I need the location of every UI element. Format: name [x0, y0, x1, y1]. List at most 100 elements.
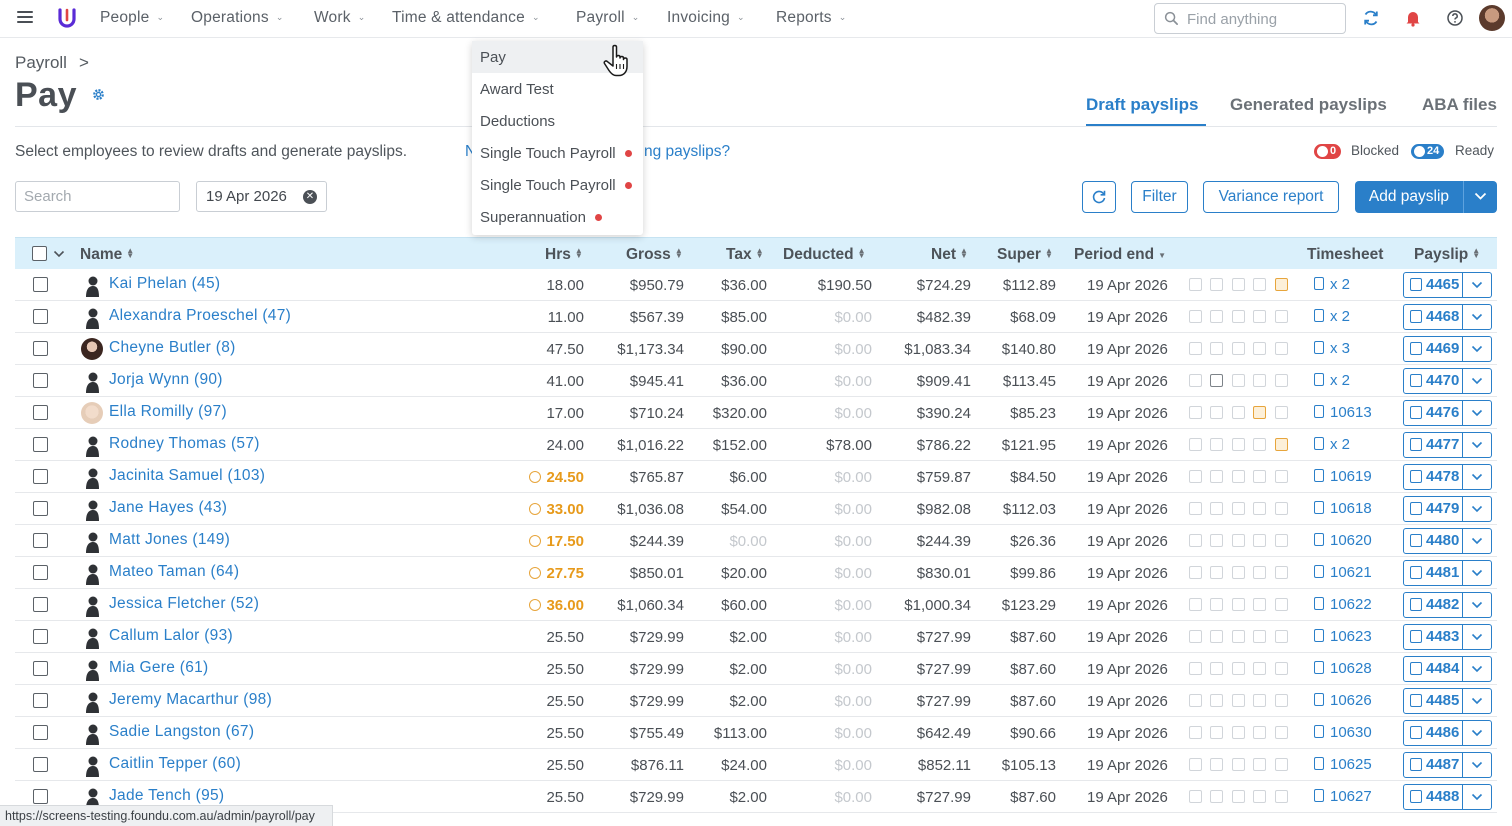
- payslip-button[interactable]: 4478: [1403, 464, 1463, 490]
- timesheet-link[interactable]: 10621: [1314, 564, 1372, 581]
- payslip-button[interactable]: 4484: [1403, 656, 1463, 682]
- help-link-end[interactable]: ng payslips?: [644, 143, 730, 161]
- employee-name-link[interactable]: Jane Hayes (43): [109, 499, 227, 517]
- employee-name-link[interactable]: Mateo Taman (64): [109, 563, 239, 581]
- nav-work[interactable]: Work ⌄: [314, 9, 365, 27]
- payslip-options-dropdown[interactable]: [1463, 720, 1492, 746]
- payslip-options-dropdown[interactable]: [1463, 656, 1492, 682]
- payslip-button[interactable]: 4486: [1403, 720, 1463, 746]
- row-checkbox[interactable]: [33, 565, 48, 580]
- timesheet-link[interactable]: 10618: [1314, 500, 1372, 517]
- table-row[interactable]: Cheyne Butler (8) 47.50 $1,173.34 $90.00 $0.…: [15, 333, 1497, 365]
- clear-date-icon[interactable]: ✕: [303, 190, 317, 204]
- table-row[interactable]: Mateo Taman (64) 27.75 $850.01 $20.00 $0.00 $…: [15, 557, 1497, 589]
- payslip-options-dropdown[interactable]: [1463, 400, 1492, 426]
- hamburger-menu-icon[interactable]: [17, 11, 33, 25]
- select-options-chevron-icon[interactable]: [53, 250, 65, 258]
- table-row[interactable]: Jacinita Samuel (103) 24.50 $765.87 $6.00 $0…: [15, 461, 1497, 493]
- payslip-button[interactable]: 4469: [1403, 336, 1463, 362]
- timesheet-link[interactable]: x 2: [1314, 372, 1350, 389]
- row-checkbox[interactable]: [33, 277, 48, 292]
- payslip-options-dropdown[interactable]: [1463, 528, 1492, 554]
- nav-reports[interactable]: Reports ⌄: [776, 9, 846, 27]
- table-row[interactable]: Ella Romilly (97) 17.00 $710.24 $320.00 $0.0…: [15, 397, 1497, 429]
- tab-generated-payslips[interactable]: Generated payslips: [1230, 95, 1387, 115]
- table-row[interactable]: Jane Hayes (43) 33.00 $1,036.08 $54.00 $0.00…: [15, 493, 1497, 525]
- employee-name-link[interactable]: Callum Lalor (93): [109, 627, 233, 645]
- payslip-options-dropdown[interactable]: [1463, 624, 1492, 650]
- payslip-button[interactable]: 4487: [1403, 752, 1463, 778]
- timesheet-link[interactable]: 10620: [1314, 532, 1372, 549]
- period-date-filter[interactable]: 19 Apr 2026 ✕: [196, 181, 327, 212]
- refresh-button[interactable]: [1082, 181, 1116, 213]
- timesheet-link[interactable]: 10622: [1314, 596, 1372, 613]
- table-row[interactable]: Mia Gere (61) 25.50 $729.99 $2.00 $0.00 $727.…: [15, 653, 1497, 685]
- payroll-menu-item[interactable]: Deductions: [472, 105, 643, 137]
- row-checkbox[interactable]: [33, 373, 48, 388]
- payslip-button[interactable]: 4483: [1403, 624, 1463, 650]
- notification-bell-icon[interactable]: [1404, 9, 1422, 27]
- timesheet-link[interactable]: x 2: [1314, 308, 1350, 325]
- payslip-button[interactable]: 4476: [1403, 400, 1463, 426]
- payslip-options-dropdown[interactable]: [1463, 272, 1492, 298]
- row-checkbox[interactable]: [33, 757, 48, 772]
- global-search-input[interactable]: [1187, 9, 1337, 29]
- settings-gear-icon[interactable]: [91, 87, 106, 102]
- payslip-options-dropdown[interactable]: [1463, 752, 1492, 778]
- employee-name-link[interactable]: Cheyne Butler (8): [109, 339, 236, 357]
- payroll-menu-item[interactable]: Single Touch Payroll: [472, 169, 643, 201]
- column-name[interactable]: Name ▲ ▼: [80, 246, 134, 264]
- row-checkbox[interactable]: [33, 597, 48, 612]
- row-checkbox[interactable]: [33, 437, 48, 452]
- nav-payroll[interactable]: Payroll ⌄: [576, 9, 640, 27]
- table-row[interactable]: Jessica Fletcher (52) 36.00 $1,060.34 $60.0…: [15, 589, 1497, 621]
- timesheet-link[interactable]: 10625: [1314, 756, 1372, 773]
- table-row[interactable]: Matt Jones (149) 17.50 $244.39 $0.00 $0.00 $2…: [15, 525, 1497, 557]
- table-row[interactable]: Jorja Wynn (90) 41.00 $945.41 $36.00 $0.00 $9…: [15, 365, 1497, 397]
- tab-draft-payslips[interactable]: Draft payslips: [1086, 95, 1198, 115]
- row-checkbox[interactable]: [33, 629, 48, 644]
- payslip-options-dropdown[interactable]: [1463, 336, 1492, 362]
- employee-name-link[interactable]: Jeremy Macarthur (98): [109, 691, 272, 709]
- timesheet-link[interactable]: x 3: [1314, 340, 1350, 357]
- payslip-options-dropdown[interactable]: [1463, 784, 1492, 810]
- payslip-options-dropdown[interactable]: [1463, 432, 1492, 458]
- row-checkbox[interactable]: [33, 693, 48, 708]
- payslip-options-dropdown[interactable]: [1463, 560, 1492, 586]
- global-search[interactable]: [1154, 3, 1346, 34]
- payroll-menu-item[interactable]: Superannuation: [472, 201, 643, 233]
- row-checkbox[interactable]: [33, 661, 48, 676]
- table-row[interactable]: Alexandra Proeschel (47) 11.00 $567.39 $85.…: [15, 301, 1497, 333]
- column-payslip[interactable]: Payslip ▲ ▼: [1414, 246, 1480, 264]
- table-row[interactable]: Caitlin Tepper (60) 25.50 $876.11 $24.00 $0.…: [15, 749, 1497, 781]
- timesheet-link[interactable]: x 2: [1314, 436, 1350, 453]
- table-row[interactable]: Kai Phelan (45) 18.00 $950.79 $36.00 $190.50…: [15, 269, 1497, 301]
- timesheet-link[interactable]: 10630: [1314, 724, 1372, 741]
- row-checkbox[interactable]: [33, 469, 48, 484]
- payslip-button[interactable]: 4485: [1403, 688, 1463, 714]
- row-checkbox[interactable]: [33, 501, 48, 516]
- payslip-button[interactable]: 4488: [1403, 784, 1463, 810]
- variance-report-button[interactable]: Variance report: [1203, 181, 1339, 213]
- table-row[interactable]: Rodney Thomas (57) 24.00 $1,016.22 $152.00 $…: [15, 429, 1497, 461]
- add-payslip-button[interactable]: Add payslip: [1355, 181, 1463, 213]
- nav-operations[interactable]: Operations ⌄: [191, 9, 284, 27]
- payslip-button[interactable]: 4465: [1403, 272, 1463, 298]
- column-hrs[interactable]: Hrs ▲ ▼: [545, 246, 583, 264]
- payslip-button[interactable]: 4480: [1403, 528, 1463, 554]
- row-checkbox[interactable]: [33, 533, 48, 548]
- payroll-menu-item[interactable]: Single Touch Payroll: [472, 137, 643, 169]
- employee-name-link[interactable]: Jorja Wynn (90): [109, 371, 223, 389]
- breadcrumb[interactable]: Payroll >: [15, 53, 89, 73]
- row-checkbox[interactable]: [33, 789, 48, 804]
- select-all-checkbox[interactable]: [32, 246, 47, 261]
- help-icon[interactable]: [1446, 9, 1464, 27]
- payslip-options-dropdown[interactable]: [1463, 496, 1492, 522]
- payslip-button[interactable]: 4481: [1403, 560, 1463, 586]
- add-payslip-dropdown[interactable]: [1463, 181, 1497, 213]
- payslip-button[interactable]: 4482: [1403, 592, 1463, 618]
- tab-aba-files[interactable]: ABA files: [1422, 95, 1497, 115]
- table-row[interactable]: Sadie Langston (67) 25.50 $755.49 $113.00 $0…: [15, 717, 1497, 749]
- payslip-button[interactable]: 4468: [1403, 304, 1463, 330]
- column-deducted[interactable]: Deducted ▲ ▼: [783, 246, 866, 264]
